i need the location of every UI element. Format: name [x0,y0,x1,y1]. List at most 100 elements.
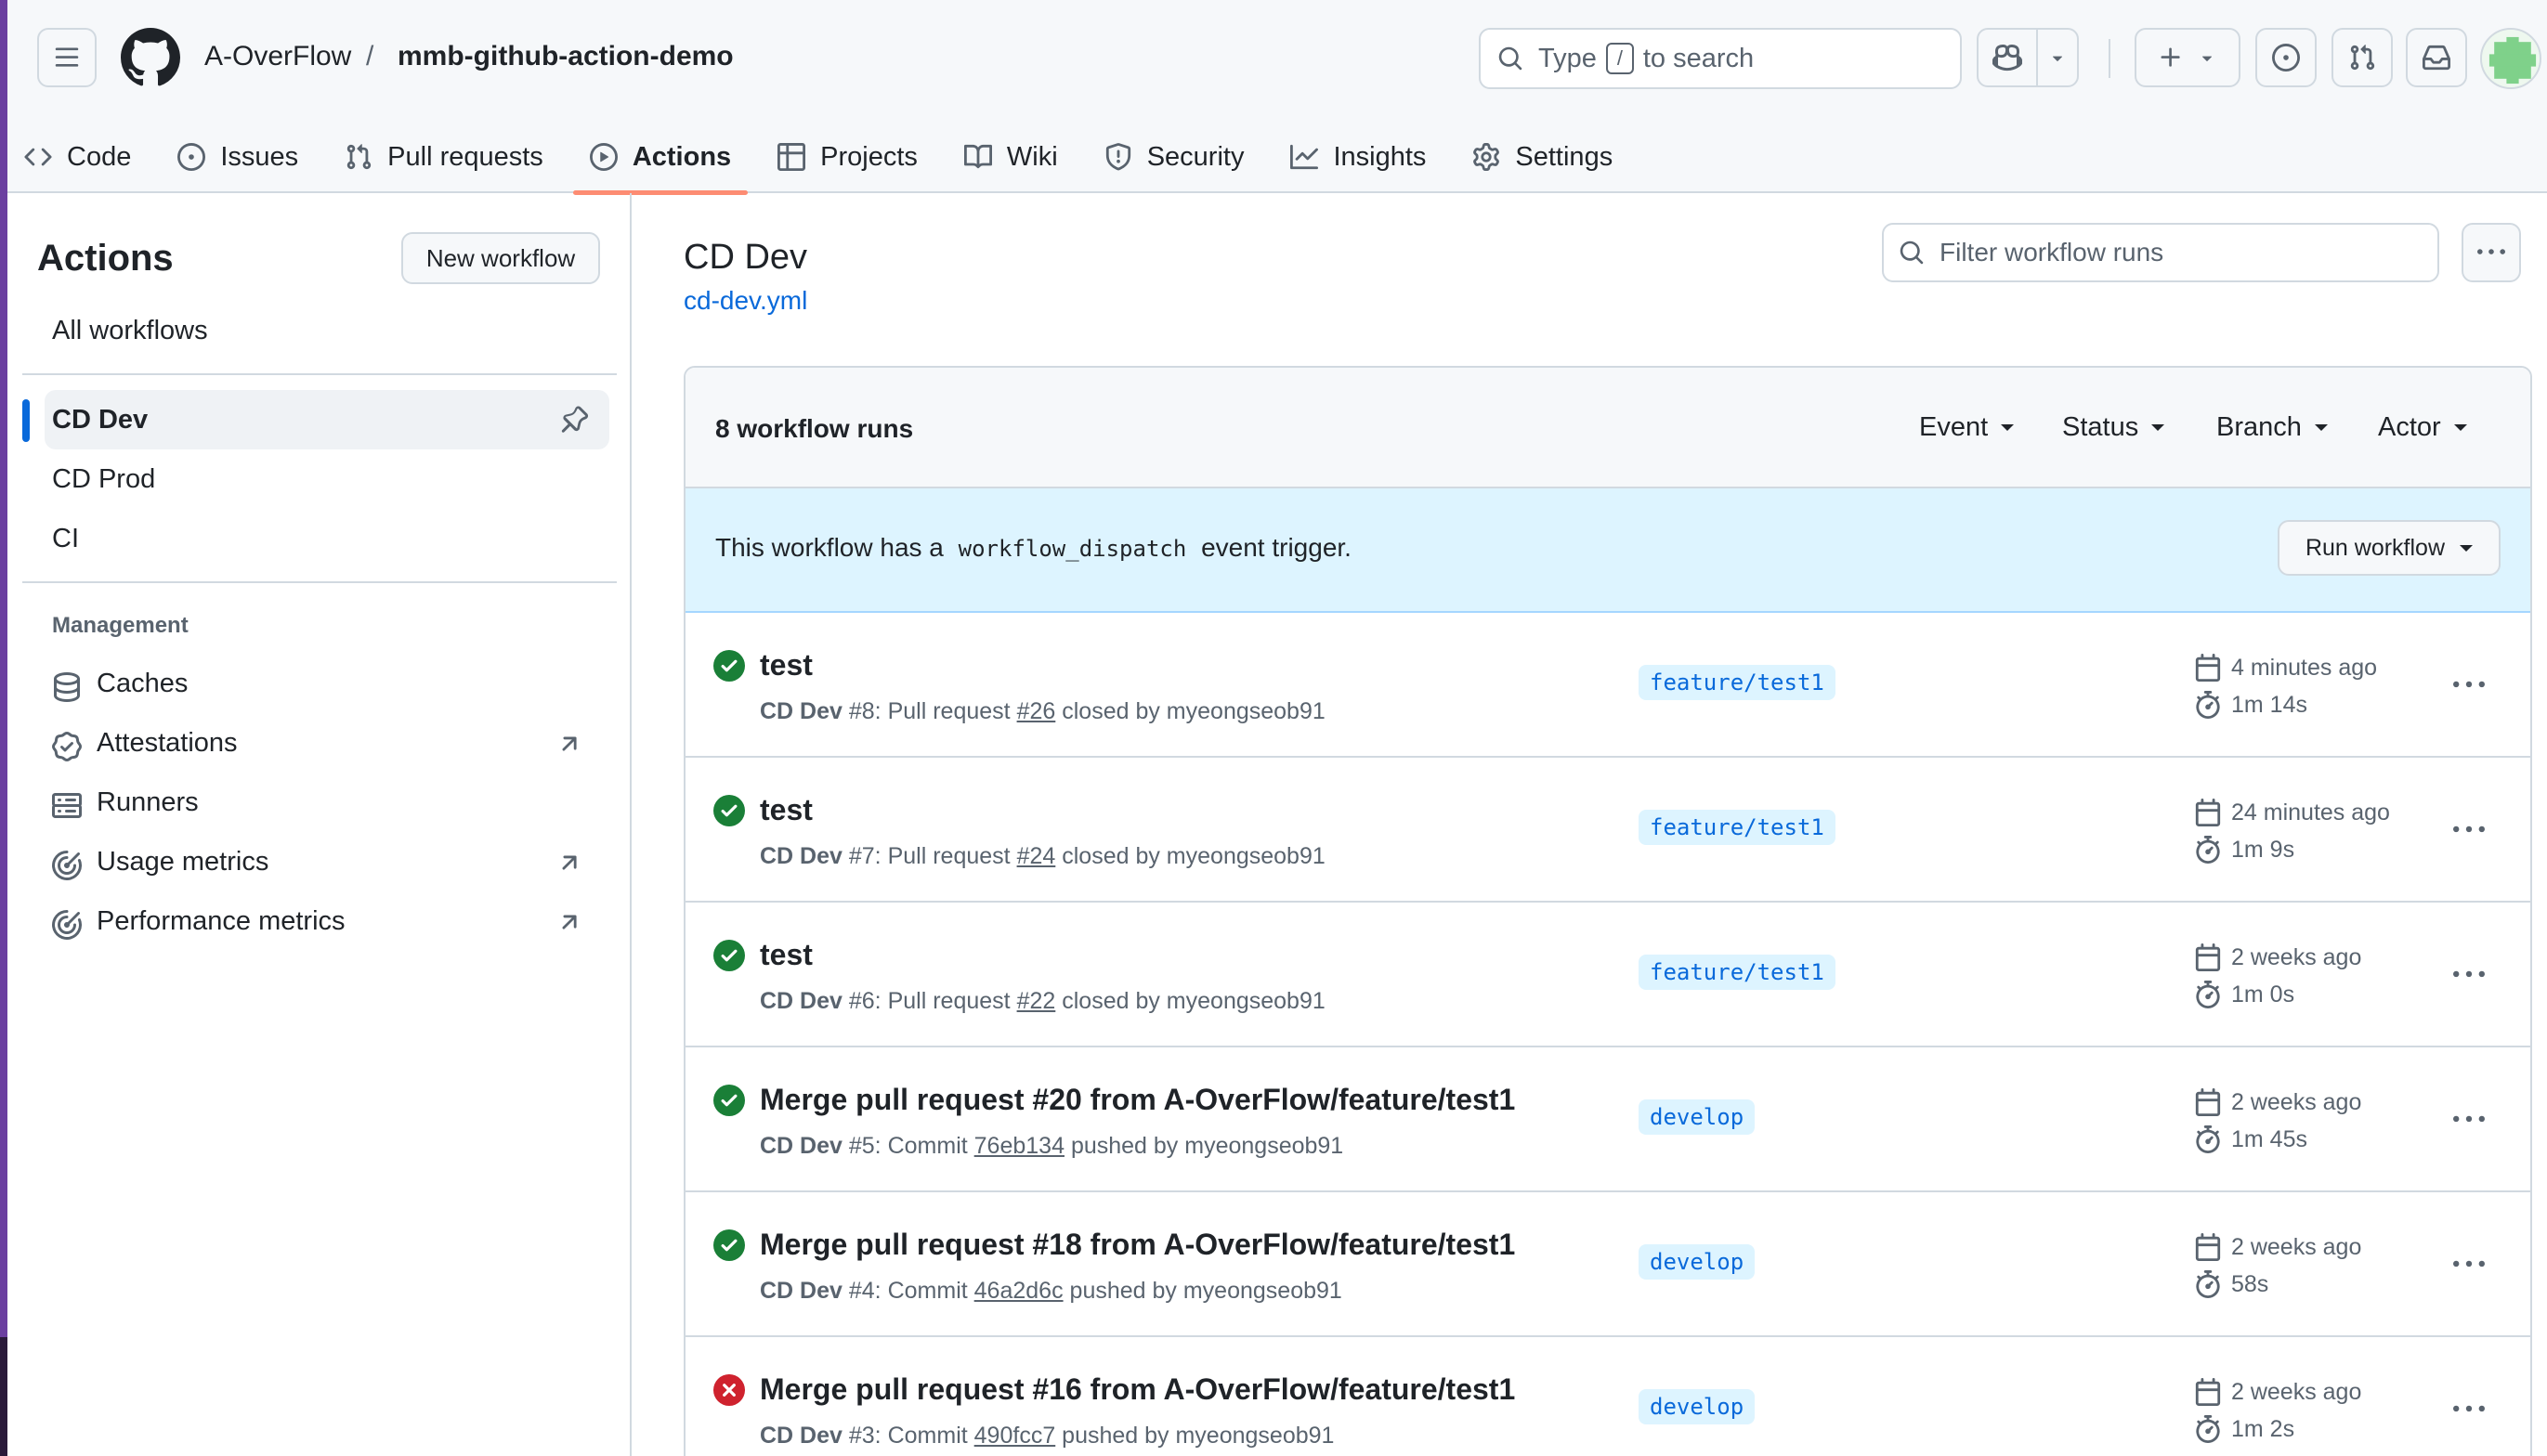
branch-label[interactable]: feature/test1 [1639,665,1835,700]
tab-issues[interactable]: Issues [161,121,315,193]
create-new-button[interactable] [2135,28,2240,87]
git-pull-request-icon [2350,45,2375,71]
search-icon [1498,46,1522,71]
notifications-button[interactable] [2406,28,2467,87]
branch-filter-label: Branch [2216,412,2302,442]
run-workflow-button[interactable]: Run workflow [2278,520,2501,576]
branch-label[interactable]: develop [1639,1389,1756,1424]
tab-actions-label: Actions [632,141,732,172]
run-title[interactable]: Merge pull request #20 from A-OverFlow/f… [760,1083,1515,1117]
workflow-run-row[interactable]: Merge pull request #16 from A-OverFlow/f… [686,1337,2530,1456]
run-title[interactable]: test [760,793,813,827]
tab-security[interactable]: Security [1088,121,1261,193]
pin-icon[interactable] [559,405,589,435]
run-title[interactable]: test [760,648,813,682]
kebab-horizontal-icon [2453,1260,2485,1268]
tab-code[interactable]: Code [7,121,148,193]
meter-icon [50,849,84,882]
sidebar-item-attestations[interactable]: Attestations [97,728,238,759]
check-circle-icon [713,650,745,682]
workflow-file-link[interactable]: cd-dev.yml [684,286,807,316]
workflow-run-row[interactable]: test CD Dev #6: Pull request #22 closed … [686,903,2530,1047]
tab-pull-requests-label: Pull requests [387,141,543,172]
run-ref-link[interactable]: 46a2d6c [974,1278,1064,1304]
filter-workflow-runs-input[interactable]: Filter workflow runs [1882,223,2439,282]
sidebar-item-cd-dev[interactable]: CD Dev [52,390,609,449]
event-filter[interactable]: Event [1919,412,2015,443]
tab-projects[interactable]: Projects [761,121,934,193]
run-timestamp: 4 minutes ago [2194,654,2377,682]
run-trigger-kind: Commit [887,1423,968,1449]
stopwatch-icon [2196,836,2220,864]
new-workflow-button[interactable]: New workflow [401,232,600,284]
workflow-title: CD Dev [684,238,808,277]
sidebar-item-cd-prod[interactable]: CD Prod [52,449,609,509]
branch-label[interactable]: feature/test1 [1639,810,1835,845]
check-circle-icon [713,1085,745,1116]
workflow-menu-button[interactable] [2462,223,2521,282]
global-search-input[interactable]: Type / to search [1479,28,1962,89]
run-menu-button[interactable] [2449,1244,2489,1285]
kebab-horizontal-icon [2453,826,2485,833]
run-title[interactable]: Merge pull request #16 from A-OverFlow/f… [760,1372,1515,1407]
window-frame-edge-dark [0,1337,7,1456]
github-logo-icon[interactable] [121,28,180,87]
sidebar-item-usage-metrics[interactable]: Usage metrics [97,847,268,878]
tab-pull-requests[interactable]: Pull requests [328,121,560,193]
kebab-horizontal-icon [2453,1115,2485,1123]
user-avatar[interactable] [2480,28,2541,89]
run-ref-link[interactable]: 76eb134 [974,1133,1065,1159]
run-duration-value: 1m 0s [2231,981,2295,1008]
triangle-down-icon [2201,56,2213,61]
workflow-run-row[interactable]: Merge pull request #18 from A-OverFlow/f… [686,1192,2530,1337]
run-menu-button[interactable] [2449,1099,2489,1140]
run-workflow-name: CD Dev [760,698,842,724]
branch-label[interactable]: feature/test1 [1639,955,1835,990]
run-menu-button[interactable] [2449,955,2489,995]
run-menu-button[interactable] [2449,665,2489,706]
branch-label[interactable]: develop [1639,1244,1756,1280]
run-ref-link[interactable]: #26 [1017,698,1056,724]
your-pull-requests-button[interactable] [2331,28,2393,87]
sidebar-item-runners[interactable]: Runners [97,787,199,818]
code-icon [24,148,52,166]
sidebar-item-ci[interactable]: CI [52,509,609,568]
status-filter[interactable]: Status [2062,412,2165,443]
workflow-run-row[interactable]: test CD Dev #8: Pull request #26 closed … [686,613,2530,758]
copilot-dropdown-button[interactable] [2036,28,2079,87]
run-title[interactable]: Merge pull request #18 from A-OverFlow/f… [760,1228,1515,1262]
branch-filter[interactable]: Branch [2216,412,2328,443]
check-circle-icon [713,940,745,971]
tab-settings[interactable]: Settings [1456,121,1629,193]
run-ref-link[interactable]: 490fcc7 [974,1423,1056,1449]
plus-icon [2161,47,2180,67]
dispatch-text-before: This workflow has a [715,533,944,562]
triangle-down-icon [2001,424,2015,431]
workflow-run-row[interactable]: Merge pull request #20 from A-OverFlow/f… [686,1047,2530,1192]
run-title[interactable]: test [760,938,813,972]
all-workflows-link[interactable]: All workflows [52,301,609,360]
copilot-button[interactable] [1977,28,2038,87]
repo-name-link[interactable]: mmb-github-action-demo [398,41,734,72]
dispatch-message: This workflow has a workflow_dispatch ev… [715,533,1352,563]
calendar-icon [2195,1233,2221,1261]
tab-actions[interactable]: Actions [572,121,749,195]
tab-issues-label: Issues [220,141,299,172]
run-menu-button[interactable] [2449,810,2489,851]
your-issues-button[interactable] [2255,28,2317,87]
sidebar-item-performance-metrics[interactable]: Performance metrics [97,906,346,937]
run-ref-link[interactable]: #22 [1017,988,1056,1014]
arrow-up-right-icon [562,855,577,870]
workflow-run-row[interactable]: test CD Dev #7: Pull request #24 closed … [686,758,2530,903]
repo-owner-link[interactable]: A-OverFlow [204,41,351,72]
run-menu-button[interactable] [2449,1389,2489,1430]
run-duration: 1m 2s [2194,1415,2294,1443]
sidebar-item-caches[interactable]: Caches [97,669,188,699]
run-ref-link[interactable]: #24 [1017,843,1056,869]
run-trigger-kind: Commit [887,1133,968,1159]
tab-wiki[interactable]: Wiki [947,121,1075,193]
tab-insights[interactable]: Insights [1274,121,1443,193]
branch-label[interactable]: develop [1639,1099,1756,1135]
actor-filter[interactable]: Actor [2378,412,2467,443]
menu-button[interactable] [37,28,97,87]
